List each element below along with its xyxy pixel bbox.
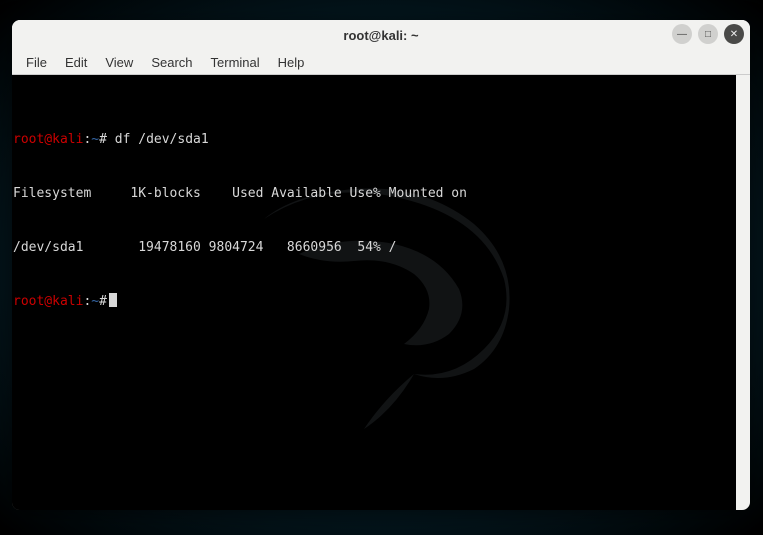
command-text: df /dev/sda1 xyxy=(115,132,209,147)
maximize-button[interactable]: □ xyxy=(698,24,718,44)
prompt-path: ~ xyxy=(91,132,99,147)
titlebar-buttons: — □ ✕ xyxy=(672,24,744,44)
close-icon: ✕ xyxy=(730,29,738,40)
prompt-symbol: # xyxy=(99,294,107,309)
cursor xyxy=(109,293,117,307)
terminal[interactable]: root@kali:~# df /dev/sda1 Filesystem 1K-… xyxy=(12,75,736,510)
close-button[interactable]: ✕ xyxy=(724,24,744,44)
menubar: File Edit View Search Terminal Help xyxy=(12,50,750,75)
menu-edit[interactable]: Edit xyxy=(57,52,95,73)
terminal-area: root@kali:~# df /dev/sda1 Filesystem 1K-… xyxy=(12,75,750,510)
minimize-button[interactable]: — xyxy=(672,24,692,44)
menu-help[interactable]: Help xyxy=(270,52,313,73)
prompt-symbol: # xyxy=(99,132,107,147)
prompt-user: root@kali xyxy=(13,132,83,147)
terminal-line-1: root@kali:~# df /dev/sda1 xyxy=(13,131,735,149)
menu-view[interactable]: View xyxy=(97,52,141,73)
prompt-path: ~ xyxy=(91,294,99,309)
terminal-line-prompt: root@kali:~# xyxy=(13,293,735,311)
maximize-icon: □ xyxy=(705,29,711,40)
menu-terminal[interactable]: Terminal xyxy=(203,52,268,73)
minimize-icon: — xyxy=(677,29,687,40)
terminal-output-header: Filesystem 1K-blocks Used Available Use%… xyxy=(13,185,735,203)
menu-file[interactable]: File xyxy=(18,52,55,73)
scrollbar[interactable] xyxy=(736,75,750,510)
titlebar[interactable]: root@kali: ~ — □ ✕ xyxy=(12,20,750,50)
prompt-user: root@kali xyxy=(13,294,83,309)
menu-search[interactable]: Search xyxy=(143,52,200,73)
terminal-output-row: /dev/sda1 19478160 9804724 8660956 54% / xyxy=(13,239,735,257)
window-title: root@kali: ~ xyxy=(343,28,418,43)
terminal-window: root@kali: ~ — □ ✕ File Edit View Search… xyxy=(12,20,750,510)
